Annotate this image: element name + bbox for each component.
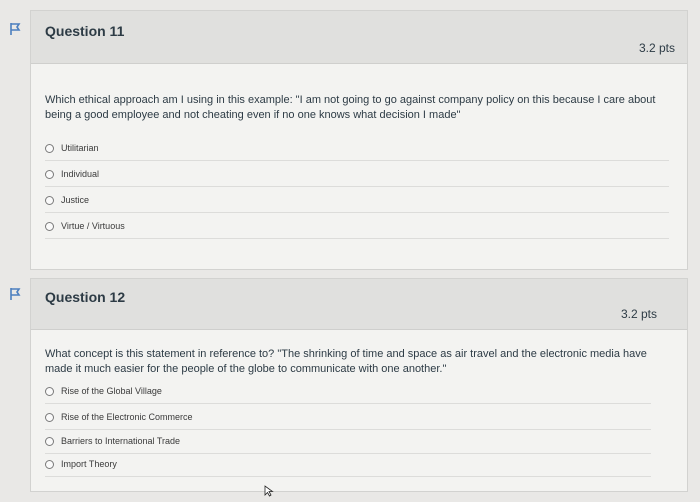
question-header: Question 12 3.2 pts [31, 279, 687, 330]
answer-option[interactable]: Individual [45, 162, 669, 187]
answer-option[interactable]: Utilitarian [45, 136, 669, 161]
answer-option[interactable]: Barriers to International Trade [45, 429, 651, 454]
radio-button-icon[interactable] [45, 195, 54, 205]
radio-button-icon[interactable] [45, 143, 54, 153]
answer-label: Import Theory [61, 459, 117, 469]
flag-icon[interactable] [8, 22, 22, 36]
answer-label: Utilitarian [61, 143, 99, 153]
answer-option[interactable]: Rise of the Electronic Commerce [45, 405, 651, 430]
question-card-11: Question 11 3.2 pts Which ethical approa… [30, 10, 688, 270]
question-title: Question 12 [45, 289, 126, 305]
answer-option[interactable]: Rise of the Global Village [45, 379, 651, 404]
question-card-12: Question 12 3.2 pts What concept is this… [30, 278, 688, 492]
radio-button-icon[interactable] [45, 386, 54, 396]
radio-button-icon[interactable] [45, 459, 54, 469]
question-points: 3.2 pts [620, 307, 657, 321]
answer-option[interactable]: Justice [45, 188, 669, 213]
answer-label: Rise of the Global Village [61, 386, 162, 396]
radio-button-icon[interactable] [45, 412, 54, 422]
question-points: 3.2 pts [638, 41, 675, 55]
answer-label: Individual [61, 169, 100, 179]
flag-icon[interactable] [8, 287, 22, 301]
answer-label: Barriers to International Trade [61, 436, 181, 446]
answer-label: Justice [61, 195, 90, 205]
radio-button-icon[interactable] [45, 221, 54, 231]
answer-label: Rise of the Electronic Commerce [61, 412, 193, 422]
question-text: Which ethical approach am I using in thi… [45, 94, 656, 121]
radio-button-icon[interactable] [45, 436, 54, 446]
question-title: Question 11 [45, 23, 125, 39]
question-text: What concept is this statement in refere… [45, 348, 647, 375]
answer-label: Virtue / Virtuous [61, 221, 125, 231]
answer-option[interactable]: Virtue / Virtuous [45, 214, 669, 239]
radio-button-icon[interactable] [45, 169, 54, 179]
mouse-cursor-icon [264, 484, 274, 502]
question-header: Question 11 3.2 pts [31, 11, 687, 64]
answer-option[interactable]: Import Theory [45, 452, 651, 477]
